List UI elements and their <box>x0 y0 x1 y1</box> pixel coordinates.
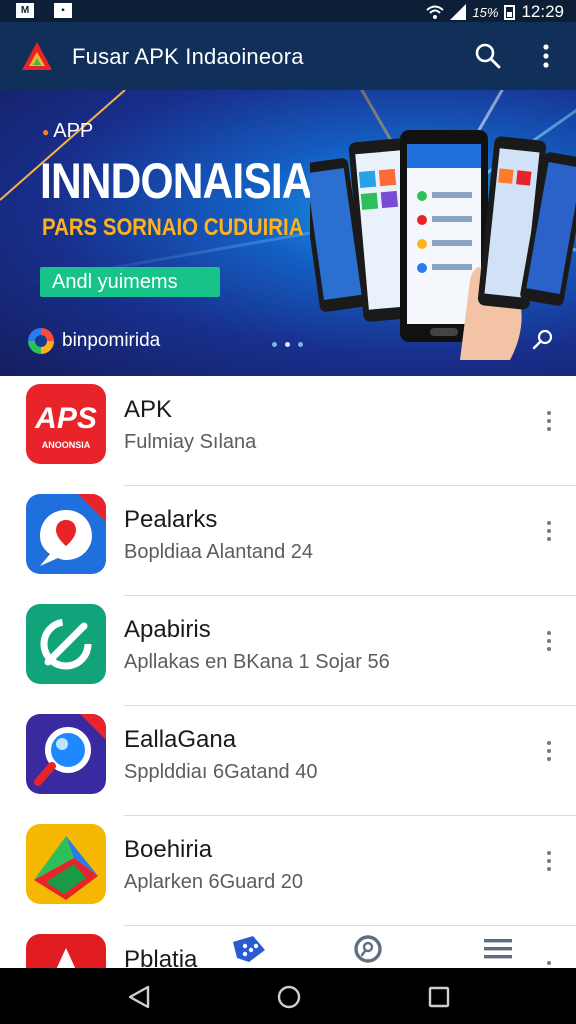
app-more-button[interactable] <box>534 736 564 766</box>
tab-discover[interactable] <box>228 930 268 968</box>
chat-pin-blue-icon <box>26 494 106 574</box>
wifi-icon <box>426 5 445 19</box>
pagination-dot[interactable] <box>272 342 277 347</box>
battery-icon <box>504 4 516 20</box>
app-more-button[interactable] <box>534 626 564 656</box>
app-icon-subtext: ANOONSIA <box>42 440 91 450</box>
nav-home-button[interactable] <box>274 982 304 1012</box>
promo-banner[interactable]: ● APP INNDONAISIA PARS SORNAIO CUDUIRIA A… <box>0 90 576 376</box>
sync-green-icon <box>26 604 106 684</box>
app-desc: Apllakas en BKana 1 Sojar 56 <box>124 651 390 673</box>
back-triangle-icon <box>128 985 150 1009</box>
banner-eyebrow: ● APP <box>42 120 94 142</box>
app-desc: Spplddiaı 6Gatand 40 <box>124 761 318 783</box>
app-list: APS ANOONSIA APK Fulmiay Sılana Pealarks… <box>0 376 576 968</box>
search-icon <box>475 43 501 69</box>
home-circle-icon <box>277 985 301 1009</box>
app-name: Boehiria <box>124 836 213 863</box>
banner-search-icon[interactable] <box>532 328 554 350</box>
magnifier-purple-icon <box>26 714 106 794</box>
app-title: Fusar APK Indaoineora <box>72 44 304 69</box>
app-bar: Fusar APK Indaoineora <box>0 22 576 90</box>
app-desc: Aplarken 6Guard 20 <box>124 871 304 893</box>
recents-square-icon <box>428 986 450 1008</box>
app-desc: Fulmiay Sılana <box>124 431 257 453</box>
app-name: Pealarks <box>124 506 218 533</box>
app-name: APK <box>124 396 173 423</box>
notification-square-icon: ▪ <box>54 3 72 18</box>
adobe-red-icon <box>26 934 106 968</box>
dots-tag-icon <box>233 936 265 962</box>
banner-cta-button[interactable]: Andl yuimems <box>40 267 220 297</box>
list-item[interactable]: Pealarks Bopldiaa Alantand 24 <box>0 486 576 596</box>
banner-pagination <box>272 342 303 347</box>
tab-menu[interactable] <box>478 930 518 968</box>
system-nav-bar <box>0 968 576 1024</box>
list-item[interactable]: Boehiria Aplarken 6Guard 20 <box>0 816 576 926</box>
menu-lines-icon <box>484 939 512 959</box>
list-item[interactable]: EallaGana Spplddiaı 6Gatand 40 <box>0 706 576 816</box>
app-desc: Bopldiaa Alantand 24 <box>124 541 314 563</box>
more-vert-icon <box>543 44 549 68</box>
status-bar: M ▪ 15% 12:29 <box>0 0 576 22</box>
banner-brand: binpomirida <box>28 328 160 354</box>
pagination-dot-active[interactable] <box>285 342 290 347</box>
app-more-button[interactable] <box>534 956 564 968</box>
banner-subtitle: PARS SORNAIO CUDUIRIA <box>42 214 304 241</box>
brand-logo-icon <box>28 328 54 354</box>
list-item[interactable]: Apabiris Apllakas en BKana 1 Sojar 56 <box>0 596 576 706</box>
banner-brand-label: binpomirida <box>62 330 161 351</box>
nav-back-button[interactable] <box>124 982 154 1012</box>
pagination-dot[interactable] <box>298 342 303 347</box>
overflow-menu-button[interactable] <box>526 36 566 76</box>
search-circle-icon <box>354 935 382 963</box>
nav-recents-button[interactable] <box>424 982 454 1012</box>
app-icon-text: APS <box>34 402 97 435</box>
app-logo-icon <box>22 42 52 70</box>
app-name: Pblatia <box>124 946 198 968</box>
signal-icon <box>450 4 467 20</box>
app-more-button[interactable] <box>534 516 564 546</box>
notification-m-icon: M <box>16 3 34 18</box>
app-name: EallaGana <box>124 726 237 753</box>
app-name: Apabiris <box>124 616 211 643</box>
status-time: 12:29 <box>521 2 564 21</box>
search-button[interactable] <box>468 36 508 76</box>
banner-title: INNDONAISIA <box>40 153 312 209</box>
app-more-button[interactable] <box>534 406 564 436</box>
list-item[interactable]: APS ANOONSIA APK Fulmiay Sılana <box>0 376 576 486</box>
phones-illustration-icon <box>310 130 576 360</box>
tab-search[interactable] <box>348 930 388 968</box>
app-more-button[interactable] <box>534 846 564 876</box>
colorful-arrows-icon <box>26 824 106 904</box>
aps-red-icon: APS ANOONSIA <box>26 384 106 464</box>
battery-percent: 15% <box>472 4 499 20</box>
